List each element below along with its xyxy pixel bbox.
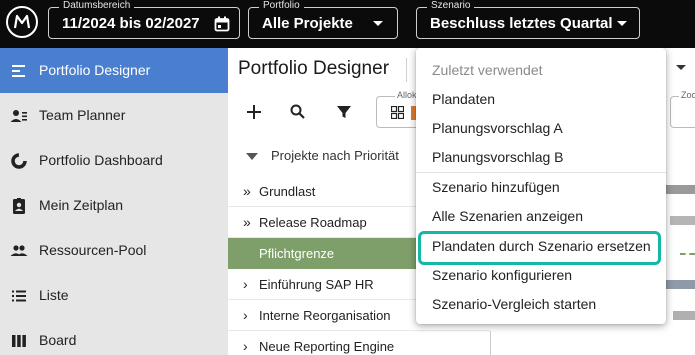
- tree-header-label: Projekte nach Priorität: [271, 148, 399, 163]
- scenario-select[interactable]: Szenario Beschluss letztes Quartal: [416, 0, 640, 39]
- menu-item-planungsvorschlag-a[interactable]: Planungsvorschlag A: [416, 114, 666, 143]
- dashboard-icon: [11, 153, 27, 169]
- zoom-label: Zoo: [679, 90, 695, 101]
- scenario-dropdown-menu: Zuletzt verwendet Plandaten Planungsvors…: [416, 48, 666, 324]
- scenario-value: Beschluss letztes Quartal: [430, 15, 613, 32]
- chevron-down-icon[interactable]: [676, 65, 686, 70]
- menu-item-label: Planungsvorschlag A: [432, 120, 563, 136]
- double-chevron-icon[interactable]: »: [243, 214, 251, 230]
- menu-item-szenario-konfigurieren[interactable]: Szenario konfigurieren: [416, 261, 666, 290]
- sidebar-item-label: Mein Zeitplan: [39, 197, 124, 213]
- menu-item-label: Plandaten: [432, 91, 496, 107]
- chevron-right-icon[interactable]: ›: [243, 307, 248, 323]
- menu-item-label: Szenario konfigurieren: [432, 267, 573, 283]
- sidebar: Portfolio Designer Team Planner Portfoli…: [0, 48, 228, 355]
- sidebar-item-board[interactable]: Board: [0, 318, 228, 355]
- app-logo[interactable]: [6, 6, 38, 38]
- highlight-outline: [418, 231, 661, 265]
- chevron-right-icon[interactable]: ›: [243, 276, 248, 292]
- collapse-triangle-icon[interactable]: [246, 153, 258, 160]
- portfolio-value: Alle Projekte: [262, 15, 353, 32]
- menu-item-label: Szenario-Vergleich starten: [432, 296, 597, 312]
- zoom-select[interactable]: Zoo: [670, 90, 695, 128]
- schedule-icon: [13, 198, 25, 214]
- logo-icon: [13, 14, 31, 29]
- sidebar-item-label: Portfolio Designer: [39, 62, 151, 78]
- chevron-right-icon[interactable]: ›: [243, 338, 248, 354]
- sidebar-item-team-planner[interactable]: Team Planner: [0, 93, 228, 138]
- sidebar-item-portfolio-dashboard[interactable]: Portfolio Dashboard: [0, 138, 228, 183]
- page-title: Portfolio Designer: [238, 58, 390, 79]
- double-chevron-icon[interactable]: »: [243, 183, 251, 199]
- tree-row-neue-reporting-engine[interactable]: › Neue Reporting Engine: [228, 331, 490, 355]
- menu-item-szenario-vergleich[interactable]: Szenario-Vergleich starten: [416, 290, 666, 319]
- row-label: Einführung SAP HR: [259, 277, 374, 292]
- menu-item-planungsvorschlag-b[interactable]: Planungsvorschlag B: [416, 143, 666, 172]
- allocation-label: Allok: [395, 90, 419, 101]
- menu-item-alle-szenarien-anzeigen[interactable]: Alle Szenarien anzeigen: [416, 202, 666, 231]
- row-label: Release Roadmap: [259, 215, 367, 230]
- gantt-bar[interactable]: [673, 311, 695, 320]
- pflicht-line: [680, 253, 695, 255]
- portfolio-label: Portfolio: [259, 0, 304, 12]
- gantt-bar[interactable]: [666, 280, 695, 289]
- menu-item-label: Alle Szenarien anzeigen: [432, 208, 583, 224]
- sidebar-item-label: Liste: [39, 287, 69, 303]
- date-range-field[interactable]: Datumsbereich 11/2024 bis 02/2027: [48, 0, 240, 39]
- menu-item-label: Planungsvorschlag B: [432, 149, 564, 165]
- sidebar-item-mein-zeitplan[interactable]: Mein Zeitplan: [0, 183, 228, 228]
- list-icon: [12, 290, 26, 302]
- sidebar-item-label: Ressourcen-Pool: [39, 242, 147, 258]
- board-icon: [12, 335, 26, 347]
- row-label: Neue Reporting Engine: [259, 339, 395, 354]
- sidebar-item-label: Board: [39, 332, 77, 348]
- gantt-divider: [490, 331, 491, 355]
- date-range-value: 11/2024 bis 02/2027: [62, 15, 200, 32]
- menu-item-plandaten[interactable]: Plandaten: [416, 85, 666, 114]
- date-range-label: Datumsbereich: [59, 0, 135, 12]
- filter-icon[interactable]: [332, 100, 356, 124]
- chevron-down-icon: [373, 21, 383, 26]
- portfolio-select[interactable]: Portfolio Alle Projekte: [248, 0, 398, 39]
- scenario-label: Szenario: [427, 0, 475, 12]
- menu-header-recent: Zuletzt verwendet: [416, 56, 666, 85]
- title-divider: [406, 58, 407, 82]
- gantt-bar[interactable]: [670, 216, 695, 225]
- sidebar-item-ressourcen-pool[interactable]: Ressourcen-Pool: [0, 228, 228, 273]
- row-label: Pflichtgrenze: [259, 246, 335, 261]
- sidebar-item-label: Team Planner: [39, 107, 126, 123]
- resource-pool-icon: [10, 245, 28, 256]
- team-planner-icon: [10, 110, 27, 122]
- sidebar-item-portfolio-designer[interactable]: Portfolio Designer: [0, 48, 228, 93]
- top-bar: Datumsbereich 11/2024 bis 02/2027 Portfo…: [0, 0, 695, 48]
- search-icon[interactable]: [286, 100, 310, 124]
- add-icon[interactable]: [242, 100, 266, 124]
- row-label: Grundlast: [259, 184, 316, 199]
- sidebar-item-label: Portfolio Dashboard: [39, 152, 163, 168]
- menu-item-label: Szenario hinzufügen: [432, 179, 560, 195]
- menu-header-label: Zuletzt verwendet: [432, 62, 543, 78]
- calendar-icon[interactable]: [214, 16, 230, 32]
- menu-item-szenario-hinzufuegen[interactable]: Szenario hinzufügen: [416, 173, 666, 202]
- sidebar-item-liste[interactable]: Liste: [0, 273, 228, 318]
- row-label: Interne Reorganisation: [259, 308, 391, 323]
- portfolio-designer-icon: [12, 65, 25, 77]
- gantt-bar[interactable]: [666, 185, 695, 194]
- grid-icon: [391, 106, 404, 119]
- chevron-down-icon: [617, 21, 627, 26]
